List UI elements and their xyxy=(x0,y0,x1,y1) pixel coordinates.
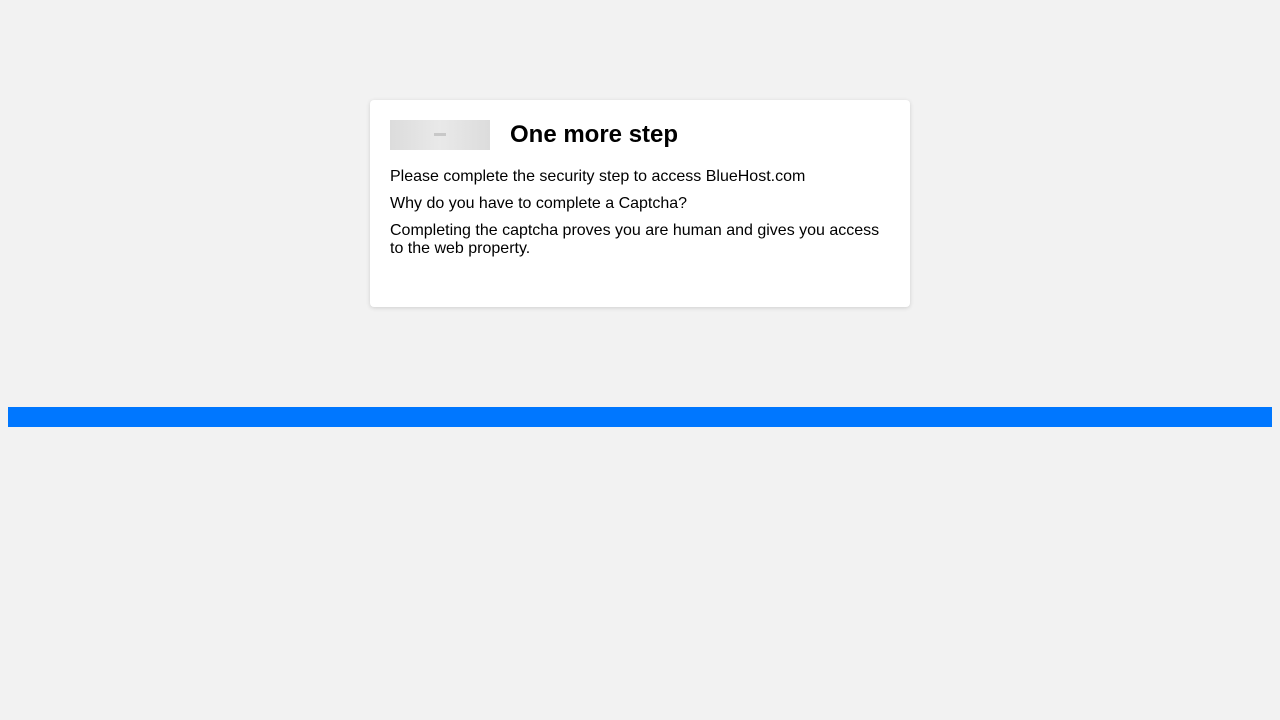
logo-mark xyxy=(434,133,446,136)
captcha-card: One more step Please complete the securi… xyxy=(370,100,910,307)
captcha-question: Why do you have to complete a Captcha? xyxy=(390,195,688,212)
page-title: One more step xyxy=(510,121,679,148)
captcha-bar xyxy=(8,407,1272,427)
security-instruction: Please complete the security step to acc… xyxy=(390,168,806,185)
site-logo xyxy=(390,120,490,150)
captcha-explanation: Completing the captcha proves you are hu… xyxy=(390,222,880,257)
card-header: One more step xyxy=(390,120,890,150)
